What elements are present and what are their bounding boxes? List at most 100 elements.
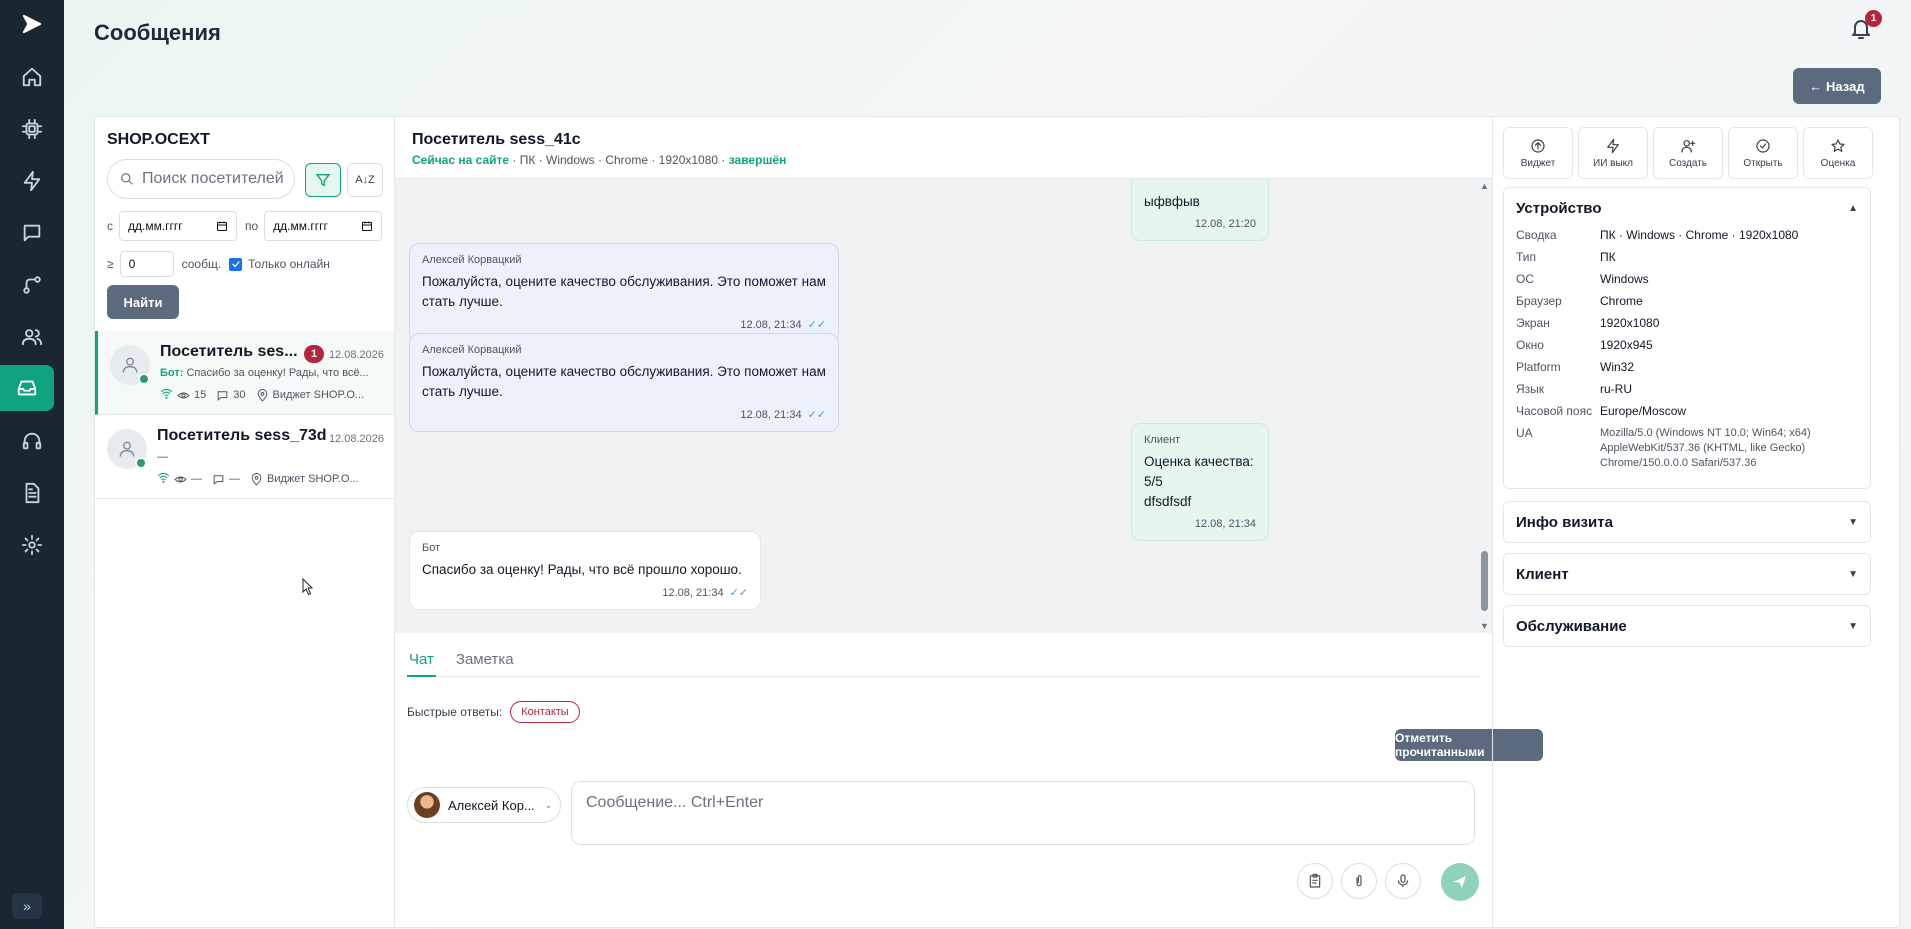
section-title: Обслуживание — [1516, 617, 1627, 635]
quick-replies-label: Быстрые ответы: — [407, 705, 503, 719]
scroll-down-icon[interactable]: ▼ — [1480, 621, 1489, 631]
message-icon — [217, 390, 228, 401]
preview-text: Спасибо за оценку! Рады, что всё... — [186, 367, 369, 379]
conversation-name: Посетитель sess_73d — [157, 427, 327, 444]
device-row: Часовой пояс Europe/Moscow — [1504, 404, 1870, 426]
message-time: 12.08, 21:34 ✓✓ — [422, 318, 826, 331]
document-icon[interactable] — [16, 477, 48, 509]
location-icon — [257, 388, 267, 402]
user-plus-icon — [1681, 139, 1696, 153]
online-indicator — [138, 373, 150, 385]
widget-action-button[interactable]: Виджет — [1503, 127, 1573, 179]
cpu-icon[interactable] — [16, 113, 48, 145]
composer: Чат Заметка Быстрые ответы: Контакты Отм… — [395, 633, 1543, 929]
online-only-checkbox[interactable] — [229, 257, 243, 271]
conversation-item[interactable]: Посетитель sess_73d 12.08.2026 — — — Вид… — [95, 415, 394, 499]
read-receipt-icon: ✓✓ — [807, 319, 826, 331]
template-button[interactable] — [1297, 863, 1333, 899]
back-button[interactable]: ← Назад — [1793, 68, 1881, 104]
home-icon[interactable] — [16, 61, 48, 93]
min-messages-input[interactable]: 0 — [119, 251, 174, 277]
expand-sidebar-button[interactable]: » — [12, 893, 42, 919]
message-time: 12.08, 21:34 ✓✓ — [422, 586, 748, 599]
chat-panel: Посетитель sess_41c Сейчас на сайте · ПК… — [395, 117, 1543, 929]
device-row: Браузер Chrome — [1504, 294, 1870, 316]
location-icon — [251, 472, 262, 486]
agent-avatar — [414, 792, 440, 818]
date-from-input[interactable]: дд.мм.гггг — [119, 211, 237, 241]
branch-icon[interactable] — [16, 269, 48, 301]
device-key: ОС — [1516, 272, 1534, 286]
scrollbar-thumb[interactable] — [1481, 551, 1488, 611]
eye-icon — [177, 392, 190, 398]
section-header[interactable]: Обслуживание ▼ — [1504, 606, 1870, 646]
inbox-icon[interactable] — [0, 365, 54, 411]
bolt-icon[interactable] — [16, 165, 48, 197]
chat-status: Сейчас на сайте · ПК · Windows · Chrome … — [412, 153, 786, 167]
clipboard-icon — [1309, 873, 1321, 888]
message-scrollbar[interactable]: ▲ ▼ — [1478, 179, 1490, 633]
user-agent-value: Mozilla/5.0 (Windows NT 10.0; Win64; x64… — [1600, 427, 1811, 469]
agent-select[interactable]: Алексей Кор... ⌄ — [407, 787, 561, 823]
section-title: Устройство — [1516, 199, 1602, 217]
tab-chat[interactable]: Чат — [407, 647, 436, 677]
attach-button[interactable] — [1341, 863, 1377, 899]
logo-icon[interactable] — [16, 8, 48, 40]
device-key: Язык — [1516, 382, 1545, 396]
messages-count: — — [229, 473, 240, 485]
quick-reply-chip[interactable]: Контакты — [510, 701, 580, 723]
users-icon[interactable] — [16, 321, 48, 353]
device-value: Windows — [1600, 272, 1649, 286]
date-to-input[interactable]: дд.мм.гггг — [264, 211, 383, 241]
device-row: ОС Windows — [1504, 272, 1870, 294]
device-key: Окно — [1516, 338, 1544, 352]
message-author: Бот — [422, 542, 441, 554]
chevron-down-icon: ▼ — [1848, 568, 1858, 580]
section-header[interactable]: Клиент ▼ — [1504, 554, 1870, 594]
action-label: Виджет — [1520, 157, 1556, 169]
send-button[interactable] — [1441, 863, 1479, 901]
sort-az-button[interactable]: A↓Z — [347, 163, 383, 197]
message-time-text: 12.08, 21:34 — [662, 587, 724, 599]
open-action-button[interactable]: Открыть — [1728, 127, 1798, 179]
conversation-item[interactable]: Посетитель ses... 1 12.08.2026 Бот: Спас… — [95, 331, 394, 415]
chat-icon[interactable] — [16, 217, 48, 249]
search-input[interactable]: Поиск посетителей — [107, 159, 295, 199]
device-value: ПК — [1600, 250, 1616, 264]
service-section[interactable]: Обслуживание ▼ — [1503, 605, 1871, 647]
ai-toggle-button[interactable]: ИИ выкл — [1578, 127, 1648, 179]
action-label: Создать — [1668, 157, 1707, 169]
device-value: Europe/Moscow — [1600, 404, 1687, 418]
settings-icon[interactable] — [16, 529, 48, 561]
notifications-button[interactable]: 1 — [1844, 10, 1882, 46]
send-icon — [1453, 876, 1466, 888]
device-value: 1920x1080 — [1600, 316, 1660, 330]
chevron-up-icon: ▲ — [1848, 202, 1858, 214]
device-key: Часовой пояс — [1516, 404, 1593, 418]
scroll-up-icon[interactable]: ▲ — [1480, 181, 1489, 191]
visit-info-section[interactable]: Инфо визита ▼ — [1503, 501, 1871, 543]
filter-button[interactable] — [305, 163, 341, 197]
device-value: Chrome — [1600, 294, 1643, 308]
tab-note[interactable]: Заметка — [454, 647, 516, 677]
message-input[interactable]: Сообщение... Ctrl+Enter — [571, 781, 1475, 845]
create-action-button[interactable]: Создать — [1653, 127, 1723, 179]
section-header[interactable]: Инфо визита ▼ — [1504, 502, 1870, 542]
client-section[interactable]: Клиент ▼ — [1503, 553, 1871, 595]
message-text: Пожалуйста, оцените качество обслуживани… — [422, 274, 826, 309]
user-icon — [122, 357, 138, 373]
voice-button[interactable] — [1385, 863, 1421, 899]
find-button[interactable]: Найти — [107, 285, 179, 319]
date-to-label: по — [245, 219, 259, 233]
rating-action-button[interactable]: Оценка — [1803, 127, 1873, 179]
headset-icon[interactable] — [16, 425, 48, 457]
device-value: 1920x945 — [1600, 338, 1653, 352]
section-title: Клиент — [1516, 565, 1569, 583]
online-indicator — [135, 457, 147, 469]
device-row: Platform Win32 — [1504, 360, 1870, 382]
min-prefix: ≥ — [107, 257, 114, 271]
message-time-text: 12.08, 21:34 — [740, 319, 802, 331]
device-section-header[interactable]: Устройство ▲ — [1504, 188, 1870, 228]
source-label: Виджет SHOP.O... — [267, 473, 359, 485]
read-receipt-icon: ✓✓ — [807, 409, 826, 421]
